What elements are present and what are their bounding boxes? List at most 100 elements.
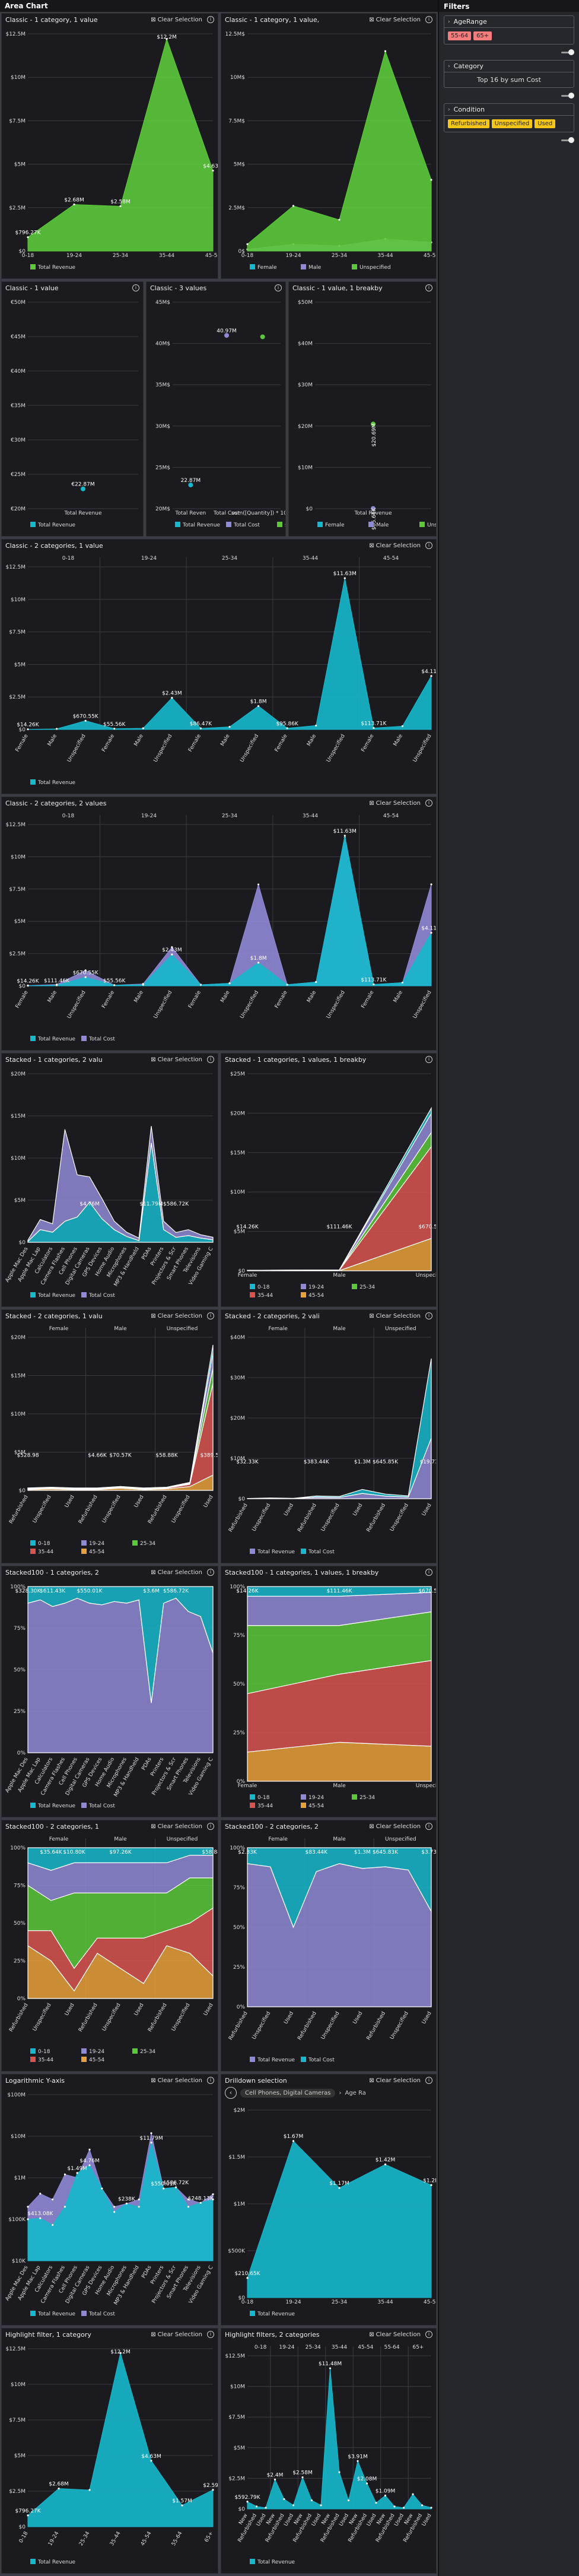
- data-point[interactable]: [246, 2501, 249, 2503]
- data-point[interactable]: [55, 728, 58, 730]
- legend-swatch[interactable]: [317, 522, 323, 527]
- legend-label[interactable]: Total Cost: [308, 1549, 335, 1555]
- legend-label[interactable]: Total Revenue: [37, 2559, 76, 2565]
- legend-label[interactable]: 25-34: [360, 1795, 375, 1801]
- legend-swatch[interactable]: [301, 1549, 306, 1554]
- legend-label[interactable]: 35-44: [38, 2057, 53, 2063]
- data-point[interactable]: [343, 835, 346, 837]
- data-point[interactable]: [246, 243, 249, 245]
- data-point[interactable]: [257, 962, 260, 964]
- data-point[interactable]: [329, 2367, 332, 2369]
- data-point[interactable]: [273, 2478, 276, 2481]
- area-series-19-24[interactable]: [27, 1352, 214, 1489]
- filter-age-range[interactable]: › AgeRange 55-64 65+: [444, 15, 574, 45]
- filter-condition[interactable]: › Condition Refurbished Unspecified Used: [444, 103, 574, 132]
- legend-swatch[interactable]: [301, 1803, 306, 1808]
- legend-swatch[interactable]: [301, 1794, 306, 1800]
- legend-swatch[interactable]: [81, 2048, 87, 2054]
- data-point[interactable]: [181, 2504, 183, 2507]
- data-point[interactable]: [338, 218, 341, 221]
- chart-svg[interactable]: $0$5M$10M$15M$20M$25M$14.26K $111.46K $670…: [221, 1065, 437, 1307]
- info-icon[interactable]: i: [425, 1569, 432, 1576]
- data-point[interactable]: [260, 334, 265, 340]
- data-point[interactable]: [27, 728, 29, 731]
- legend-swatch[interactable]: [250, 2311, 255, 2316]
- data-point[interactable]: [52, 2223, 54, 2226]
- legend-label[interactable]: Total Revenue: [257, 2559, 295, 2565]
- data-point[interactable]: [88, 2148, 91, 2151]
- data-point[interactable]: [402, 2507, 405, 2509]
- info-icon[interactable]: i: [207, 1823, 214, 1830]
- data-point[interactable]: [301, 2476, 304, 2479]
- filter-chip[interactable]: Refurbished: [448, 119, 489, 128]
- data-point[interactable]: [320, 2504, 322, 2507]
- legend-swatch[interactable]: [30, 1549, 36, 1554]
- legend-label[interactable]: 0-18: [38, 1541, 50, 1547]
- legend-label[interactable]: Total Revenue: [257, 2311, 295, 2317]
- data-point[interactable]: [257, 705, 260, 708]
- legend-swatch[interactable]: [368, 522, 374, 527]
- data-point[interactable]: [373, 983, 375, 986]
- legend-swatch[interactable]: [30, 2048, 36, 2054]
- area-series-total-revenue[interactable]: [27, 38, 214, 252]
- data-point[interactable]: [286, 727, 288, 729]
- data-point[interactable]: [255, 2505, 258, 2508]
- legend-swatch[interactable]: [81, 2057, 87, 2062]
- chart-svg[interactable]: 0$2.5M$5M$7.5M$10M$12.5M$0-18 19-24 25-34 3…: [221, 26, 437, 279]
- legend-swatch[interactable]: [30, 522, 36, 527]
- legend-label[interactable]: Total Cost: [308, 2057, 335, 2063]
- legend-swatch[interactable]: [30, 1540, 36, 1546]
- data-point[interactable]: [171, 697, 173, 699]
- legend-label[interactable]: 35-44: [257, 1803, 273, 1809]
- chart-svg[interactable]: 0% 25% 50% 75% 100% Female Male Unspecified $35.…: [2, 1832, 218, 2071]
- filter-chip[interactable]: Unspecified: [491, 119, 533, 128]
- clear-selection-button[interactable]: ⊠ Clear Selection: [369, 1313, 421, 1319]
- legend-label[interactable]: Total Revenue: [182, 522, 221, 528]
- legend-swatch[interactable]: [419, 522, 425, 527]
- legend-label[interactable]: 0-18: [257, 1795, 270, 1801]
- data-point[interactable]: [228, 982, 231, 985]
- legend-swatch[interactable]: [132, 2048, 138, 2054]
- clear-selection-button[interactable]: ⊠ Clear Selection: [369, 1823, 421, 1830]
- chart-svg[interactable]: 0%25%50%75%100%$14.26K$111.46K$670.55KFe…: [221, 1578, 437, 1817]
- legend-label[interactable]: Total Revenue: [37, 1803, 76, 1809]
- legend-label[interactable]: 25-34: [140, 2049, 155, 2055]
- data-point[interactable]: [76, 2172, 78, 2174]
- legend-label[interactable]: 19-24: [308, 1284, 324, 1290]
- info-icon[interactable]: i: [425, 1823, 432, 1830]
- legend-swatch[interactable]: [81, 1540, 87, 1546]
- data-point[interactable]: [338, 2471, 341, 2473]
- data-point[interactable]: [55, 984, 58, 986]
- legend-label[interactable]: 45-54: [89, 1549, 104, 1555]
- clear-selection-button[interactable]: ⊠ Clear Selection: [369, 543, 421, 549]
- data-point[interactable]: [88, 2164, 91, 2166]
- chart-svg[interactable]: $0$2.5M$5M$7.5M$10M$12.5M$796.27K$2.68M$…: [2, 2340, 218, 2574]
- chart-svg[interactable]: $0$2.5M$5M$7.5M$10M$12.5M0-18 19-24 25-34 3…: [2, 551, 437, 794]
- filter-chip[interactable]: Used: [535, 119, 556, 128]
- data-point[interactable]: [401, 725, 404, 728]
- chart-svg[interactable]: $0$2.5M$5M$7.5M$10M$12.5M0-18 19-24 25-34 3…: [221, 2340, 437, 2574]
- chart-svg[interactable]: 20M$ 25M$ 30M$ 35M$ 40M$ 45M$ 22.87M 40.97M Tota…: [147, 294, 286, 537]
- data-point[interactable]: [315, 981, 317, 984]
- legend-label[interactable]: Male: [376, 522, 389, 528]
- data-point[interactable]: [63, 2173, 66, 2176]
- legend-label[interactable]: Total Cost: [88, 2311, 115, 2317]
- legend-label[interactable]: 35-44: [257, 1293, 273, 1299]
- legend-swatch[interactable]: [250, 1803, 255, 1808]
- legend-label[interactable]: 25-34: [140, 1541, 155, 1547]
- legend-swatch[interactable]: [301, 264, 306, 269]
- chart-svg[interactable]: $0$2.5M$5M$7.5M$10M$12.5M$796.27K$2.68M$…: [2, 26, 218, 279]
- legend-swatch[interactable]: [30, 779, 36, 785]
- data-point[interactable]: [412, 2493, 414, 2495]
- info-icon[interactable]: i: [425, 2077, 432, 2084]
- legend-swatch[interactable]: [250, 2057, 255, 2062]
- info-icon[interactable]: i: [207, 1312, 214, 1319]
- area-series-0-18[interactable]: [27, 1344, 214, 1489]
- legend-swatch[interactable]: [81, 1036, 87, 1041]
- info-icon[interactable]: i: [425, 1312, 432, 1319]
- data-point[interactable]: [63, 2206, 66, 2208]
- data-point[interactable]: [84, 976, 87, 979]
- filter-category[interactable]: › Category Top 16 by sum Cost: [444, 60, 574, 88]
- info-icon[interactable]: i: [425, 1056, 432, 1063]
- data-point[interactable]: [310, 2499, 313, 2502]
